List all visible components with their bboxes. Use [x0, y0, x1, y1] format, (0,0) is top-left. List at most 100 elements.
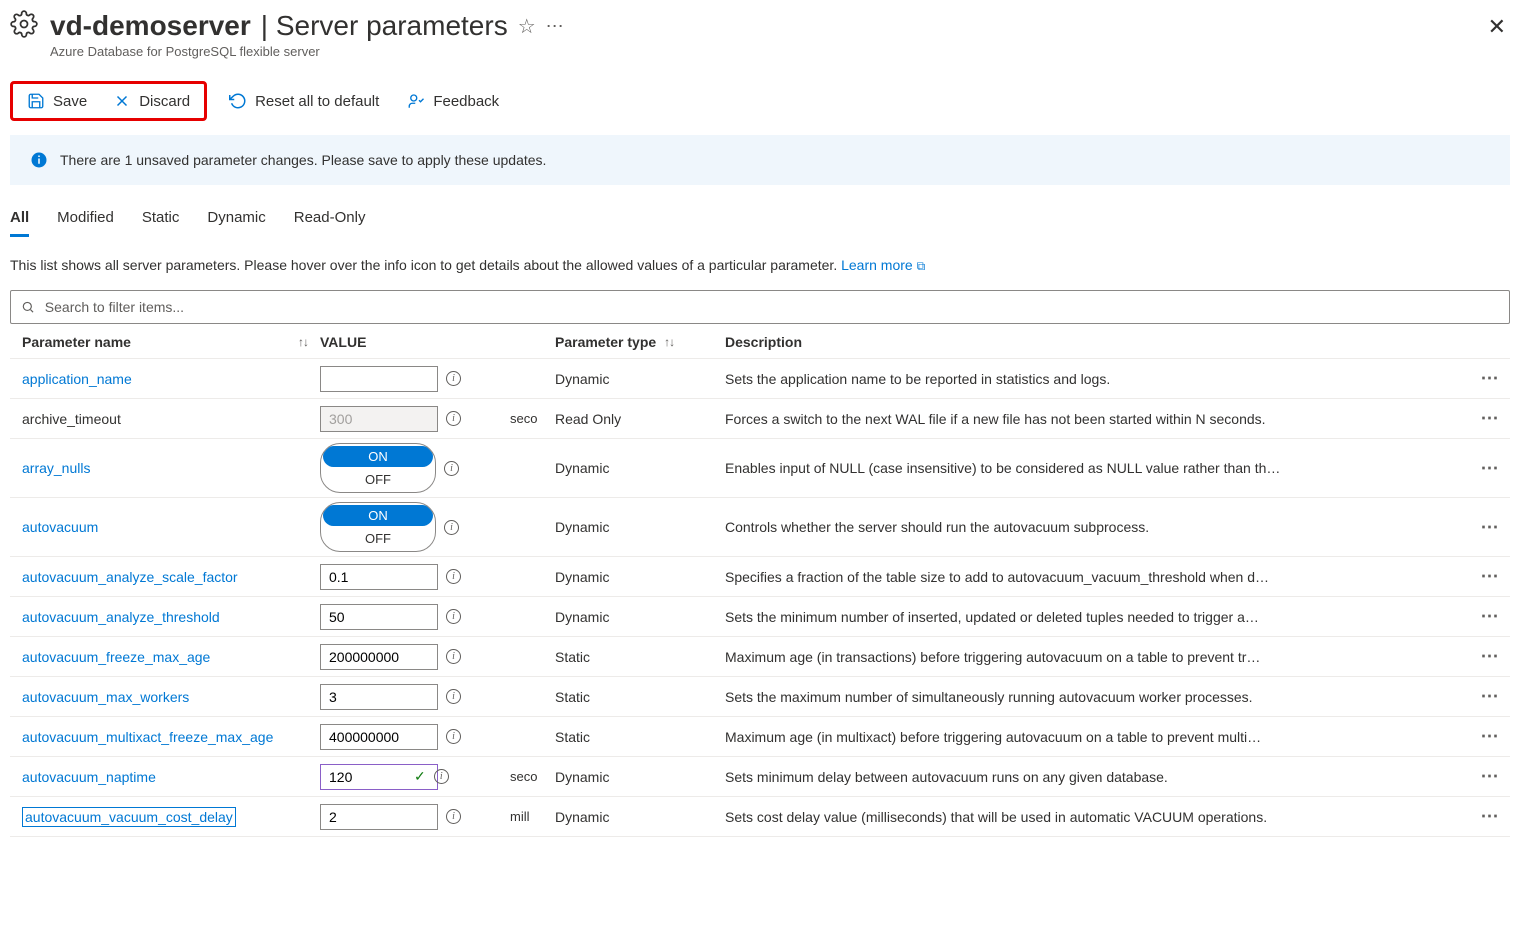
param-value-input[interactable] — [320, 366, 438, 392]
info-icon[interactable]: i — [446, 569, 461, 584]
save-button[interactable]: Save — [21, 88, 93, 114]
param-value-input[interactable] — [320, 804, 438, 830]
col-header-desc[interactable]: Description — [725, 334, 1470, 350]
table-row: autovacuum_analyze_scale_factoriDynamicS… — [10, 557, 1510, 597]
table-row: autovacuum_analyze_threshold i DynamicSets… — [10, 597, 1510, 637]
tab-dynamic[interactable]: Dynamic — [207, 209, 265, 237]
param-name-link[interactable]: array_nulls — [22, 460, 90, 476]
grid-header: Parameter name ↑↓ VALUE Parameter type ↑… — [10, 324, 1510, 359]
search-box[interactable] — [10, 290, 1510, 324]
param-description: Sets cost delay value (milliseconds) tha… — [725, 809, 1470, 825]
row-more-icon[interactable]: ⋯ — [1481, 408, 1500, 429]
param-type: Static — [555, 729, 725, 745]
param-description: Sets the maximum number of simultaneousl… — [725, 689, 1470, 705]
table-row: autovacuum_vacuum_cost_delay i millDynamic… — [10, 797, 1510, 837]
info-icon[interactable]: i — [446, 411, 461, 426]
row-more-icon[interactable]: ⋯ — [1481, 726, 1500, 747]
param-name-link[interactable]: autovacuum_vacuum_cost_delay — [22, 807, 236, 827]
external-link-icon: ⧉ — [917, 259, 926, 273]
row-more-icon[interactable]: ⋯ — [1481, 458, 1500, 479]
param-name-text: archive_timeout — [22, 411, 121, 427]
param-value-input[interactable] — [320, 644, 438, 670]
param-value-input — [320, 406, 438, 432]
param-name-link[interactable]: application_name — [22, 371, 132, 387]
info-icon[interactable]: i — [446, 649, 461, 664]
param-type: Dynamic — [555, 569, 725, 585]
param-value-input[interactable] — [320, 684, 438, 710]
info-icon[interactable]: i — [446, 689, 461, 704]
discard-button[interactable]: Discard — [107, 88, 196, 114]
param-name-link[interactable]: autovacuum_multixact_freeze_max_age — [22, 729, 273, 745]
param-value-input[interactable] — [320, 564, 438, 590]
param-name-link[interactable]: autovacuum_analyze_scale_factor — [22, 569, 238, 585]
param-description: Enables input of NULL (case insensitive)… — [725, 460, 1470, 476]
row-more-icon[interactable]: ⋯ — [1481, 806, 1500, 827]
param-description: Forces a switch to the next WAL file if … — [725, 411, 1470, 427]
table-row: autovacuumONOFFiDynamicControls whether … — [10, 498, 1510, 557]
info-icon[interactable]: i — [446, 809, 461, 824]
param-description: Sets minimum delay between autovacuum ru… — [725, 769, 1470, 785]
col-header-value[interactable]: VALUE — [320, 334, 510, 350]
param-name-link[interactable]: autovacuum_naptime — [22, 769, 156, 785]
info-icon[interactable]: i — [444, 461, 459, 476]
info-icon[interactable]: i — [446, 609, 461, 624]
info-icon[interactable]: i — [446, 729, 461, 744]
param-description: Controls whether the server should run t… — [725, 519, 1470, 535]
sort-icon[interactable]: ↑↓ — [298, 335, 308, 349]
gear-icon — [10, 10, 38, 41]
param-type: Static — [555, 649, 725, 665]
param-name-link[interactable]: autovacuum — [22, 519, 98, 535]
learn-more-link[interactable]: Learn more ⧉ — [841, 257, 925, 273]
param-value-input[interactable] — [320, 604, 438, 630]
unit-label: seco — [510, 769, 555, 784]
info-icon[interactable]: i — [434, 769, 449, 784]
param-name-link[interactable]: autovacuum_analyze_threshold — [22, 609, 220, 625]
row-more-icon[interactable]: ⋯ — [1481, 646, 1500, 667]
search-input[interactable] — [43, 298, 1499, 316]
unit-label: seco — [510, 411, 555, 426]
table-row: autovacuum_max_workersiStaticSets the ma… — [10, 677, 1510, 717]
search-icon — [21, 300, 35, 314]
reset-button[interactable]: Reset all to default — [223, 88, 385, 114]
favorite-star-icon[interactable]: ☆ — [518, 14, 536, 39]
param-type: Dynamic — [555, 609, 725, 625]
param-type: Dynamic — [555, 769, 725, 785]
param-description: Maximum age (in transactions) before tri… — [725, 649, 1470, 665]
param-value-input[interactable] — [320, 724, 438, 750]
col-header-name[interactable]: Parameter name — [22, 334, 131, 350]
toggle-switch[interactable]: ONOFF — [320, 502, 436, 552]
tab-all[interactable]: All — [10, 209, 29, 237]
subtitle: Azure Database for PostgreSQL flexible s… — [50, 44, 1510, 59]
filter-tabs: All Modified Static Dynamic Read-Only — [10, 209, 1510, 237]
info-icon[interactable]: i — [446, 371, 461, 386]
param-description: Sets the application name to be reported… — [725, 371, 1470, 387]
info-icon[interactable]: i — [444, 520, 459, 535]
tab-modified[interactable]: Modified — [57, 209, 114, 237]
row-more-icon[interactable]: ⋯ — [1481, 368, 1500, 389]
param-description: Sets the minimum number of inserted, upd… — [725, 609, 1470, 625]
param-type: Dynamic — [555, 809, 725, 825]
tab-static[interactable]: Static — [142, 209, 180, 237]
feedback-button[interactable]: Feedback — [401, 88, 505, 114]
toggle-switch[interactable]: ONOFF — [320, 443, 436, 493]
row-more-icon[interactable]: ⋯ — [1481, 766, 1500, 787]
table-row: archive_timeoutisecoRead OnlyForces a sw… — [10, 399, 1510, 439]
tab-readonly[interactable]: Read-Only — [294, 209, 366, 237]
param-name-link[interactable]: autovacuum_max_workers — [22, 689, 189, 705]
table-row: array_nullsONOFFiDynamicEnables input of… — [10, 439, 1510, 498]
row-more-icon[interactable]: ⋯ — [1481, 606, 1500, 627]
row-more-icon[interactable]: ⋯ — [1481, 517, 1500, 538]
row-more-icon[interactable]: ⋯ — [1481, 686, 1500, 707]
col-header-type[interactable]: Parameter type — [555, 334, 656, 350]
unit-label: mill — [510, 809, 555, 824]
sort-icon[interactable]: ↑↓ — [664, 335, 674, 349]
row-more-icon[interactable]: ⋯ — [1481, 566, 1500, 587]
param-value-input[interactable] — [320, 764, 438, 790]
close-icon[interactable]: ✕ — [1488, 14, 1506, 40]
table-row: autovacuum_multixact_freeze_max_age i Stat… — [10, 717, 1510, 757]
unsaved-changes-banner: There are 1 unsaved parameter changes. P… — [10, 135, 1510, 185]
param-name-link[interactable]: autovacuum_freeze_max_age — [22, 649, 210, 665]
header-more-icon[interactable]: ⋯ — [546, 16, 565, 37]
save-discard-highlight: Save Discard — [10, 81, 207, 121]
table-row: autovacuum_freeze_max_age i StaticMaximum … — [10, 637, 1510, 677]
